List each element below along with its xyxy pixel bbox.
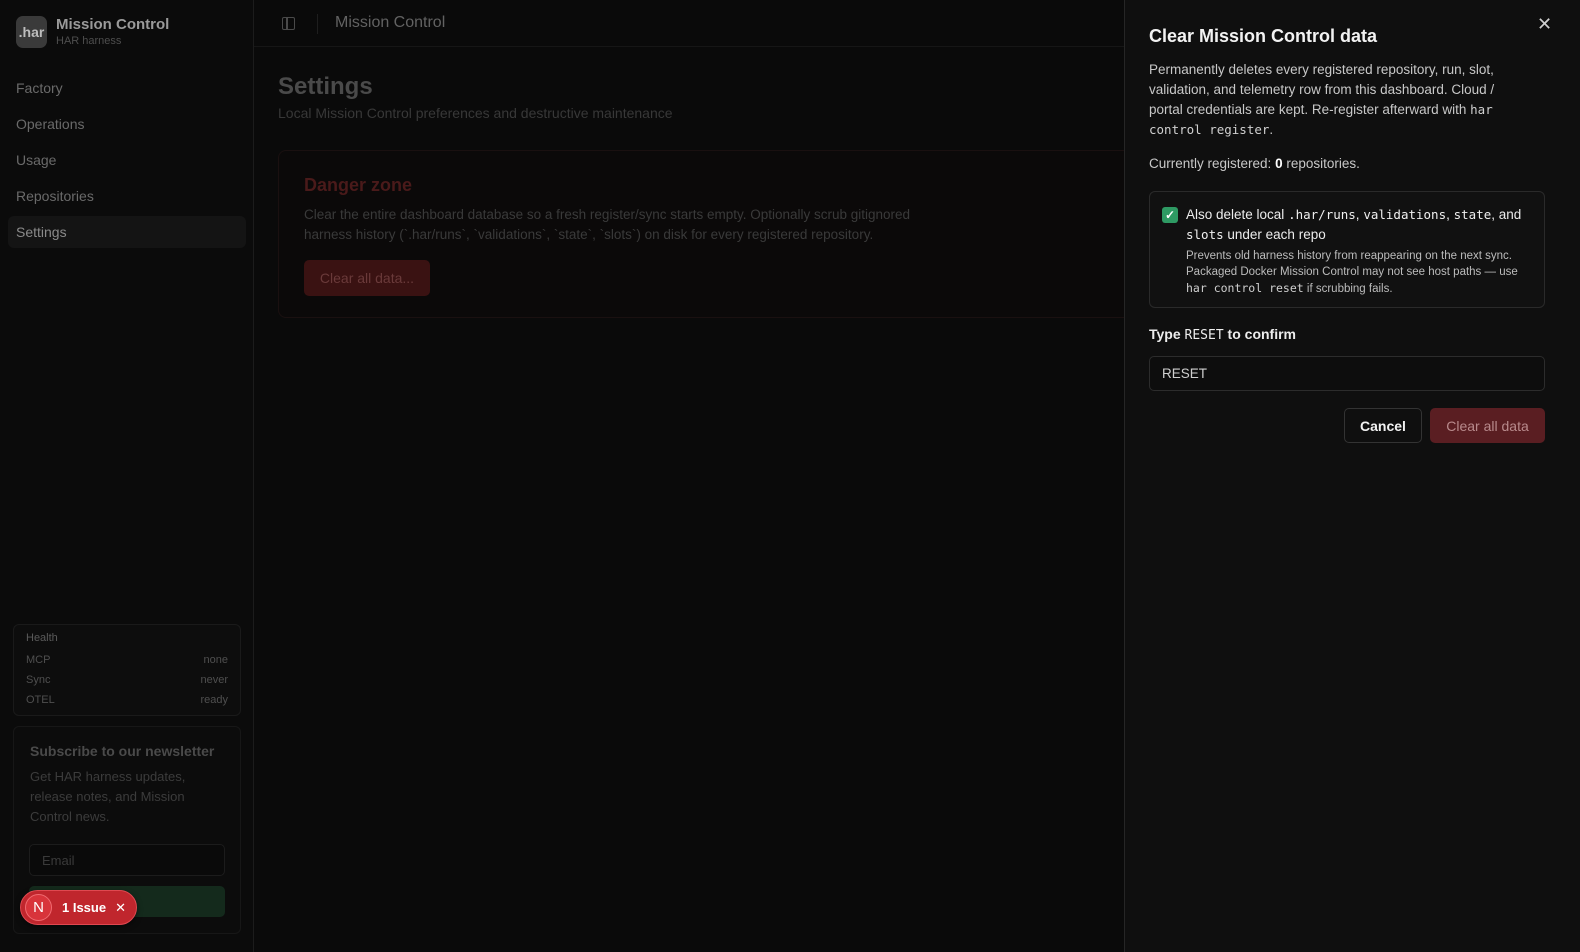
sidebar-item-label: Settings	[16, 224, 67, 240]
health-panel: Health MCP none Sync never OTEL ready	[13, 624, 241, 716]
health-label: OTEL	[26, 694, 55, 706]
drawer-description: Permanently deletes every registered rep…	[1149, 62, 1495, 137]
health-row-otel: OTEL ready	[26, 690, 228, 710]
sidebar-item-repositories[interactable]: Repositories	[8, 180, 246, 212]
registered-count: Currently registered: 0 repositories.	[1149, 156, 1360, 171]
newsletter-title: Subscribe to our newsletter	[30, 743, 215, 759]
sidebar-item-settings[interactable]: Settings	[8, 216, 246, 248]
newsletter-email-input[interactable]: Email	[29, 844, 225, 876]
page-subtitle: Local Mission Control preferences and de…	[278, 105, 673, 121]
delete-local-option: ✓ Also delete local .har/runs, validatio…	[1149, 191, 1545, 308]
sidebar-toggle-icon[interactable]	[282, 17, 295, 30]
clear-all-data-button[interactable]: Clear all data	[1430, 408, 1545, 443]
clear-all-data-trigger-button[interactable]: Clear all data...	[304, 260, 430, 296]
health-label: Sync	[26, 674, 51, 686]
sidebar-item-label: Operations	[16, 116, 85, 132]
app-subtitle: HAR harness	[56, 35, 122, 47]
delete-local-help: Prevents old harness history from reappe…	[1186, 250, 1518, 295]
delete-local-checkbox[interactable]: ✓	[1162, 207, 1178, 223]
divider	[317, 14, 318, 34]
page-title: Settings	[278, 73, 373, 100]
danger-zone-title: Danger zone	[304, 175, 413, 195]
sidebar-item-factory[interactable]: Factory	[8, 72, 246, 104]
app-name: Mission Control	[56, 16, 170, 33]
health-row-mcp: MCP none	[26, 650, 228, 670]
app-logo: .har	[16, 16, 47, 48]
health-row-sync: Sync never	[26, 670, 228, 690]
health-value: ready	[200, 694, 228, 706]
brand[interactable]: .har Mission Control HAR harness	[16, 16, 169, 48]
health-title: Health	[26, 632, 58, 644]
confirm-reset-input[interactable]: RESET	[1149, 356, 1545, 391]
health-value: never	[200, 674, 228, 686]
clear-data-drawer: ✕ Clear Mission Control data Permanently…	[1124, 0, 1580, 952]
issue-badge[interactable]: N 1 Issue ✕	[20, 890, 137, 925]
health-value: none	[203, 654, 228, 666]
issue-avatar: N	[25, 894, 52, 921]
sidebar-item-label: Factory	[16, 80, 63, 96]
delete-local-label[interactable]: Also delete local .har/runs, validations…	[1186, 205, 1536, 245]
danger-zone-description: Clear the entire dashboard database so a…	[304, 207, 911, 242]
close-icon[interactable]: ✕	[1537, 14, 1552, 35]
sidebar-item-usage[interactable]: Usage	[8, 144, 246, 176]
drawer-title: Clear Mission Control data	[1149, 26, 1378, 46]
cancel-button[interactable]: Cancel	[1344, 408, 1422, 443]
sidebar-nav: Factory Operations Usage Repositories Se…	[8, 72, 246, 252]
registered-count-value: 0	[1275, 156, 1283, 171]
close-icon[interactable]: ✕	[115, 900, 126, 916]
sidebar-item-label: Usage	[16, 152, 57, 168]
newsletter-description: Get HAR harness updates, release notes, …	[30, 769, 186, 824]
health-label: MCP	[26, 654, 51, 666]
sidebar: .har Mission Control HAR harness Factory…	[0, 0, 254, 952]
danger-zone-card: Danger zone Clear the entire dashboard d…	[278, 150, 1178, 318]
sidebar-item-operations[interactable]: Operations	[8, 108, 246, 140]
issue-count: 1 Issue	[62, 900, 107, 915]
topbar-title: Mission Control	[335, 14, 446, 31]
confirm-label: Type RESET to confirm	[1149, 326, 1297, 343]
sidebar-item-label: Repositories	[16, 188, 94, 204]
